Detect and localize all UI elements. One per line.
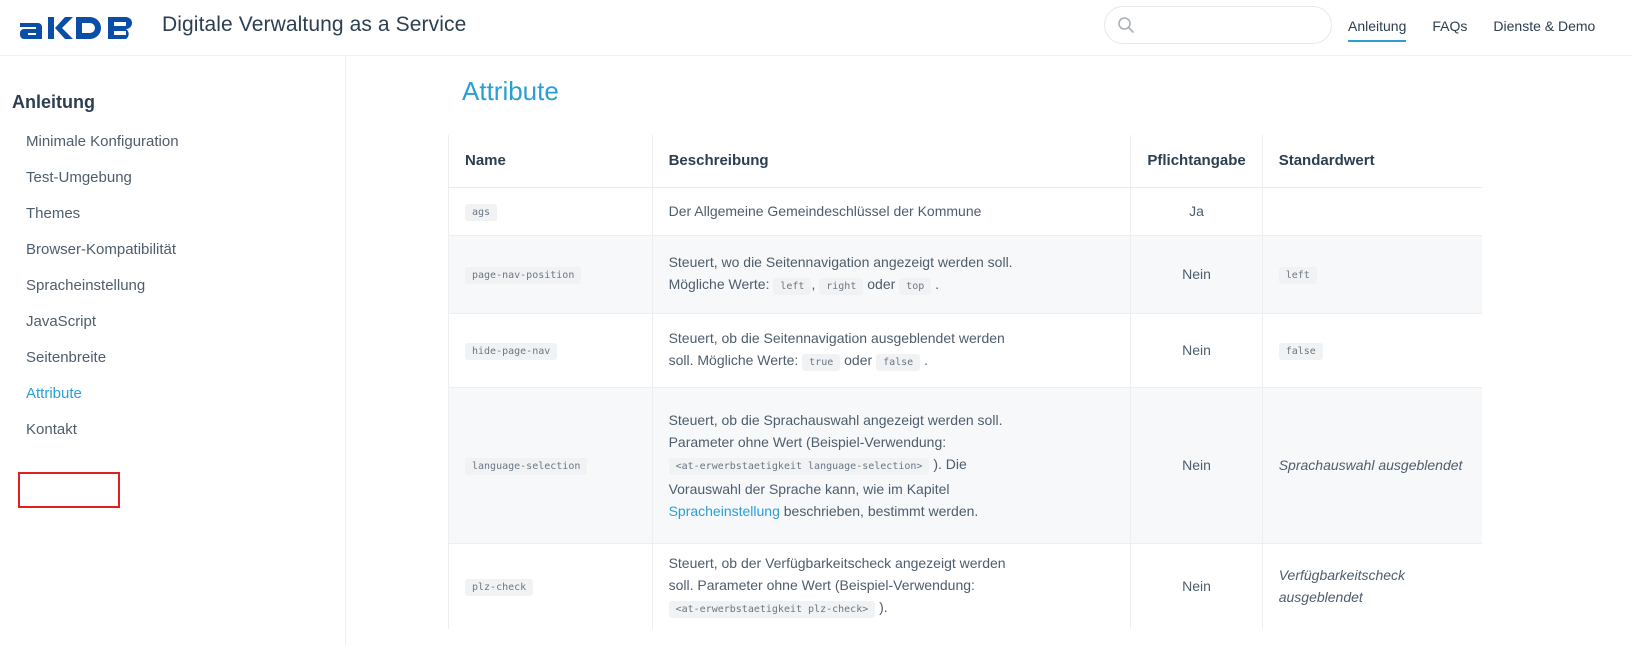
sidebar-item-attribute[interactable]: Attribute: [26, 384, 179, 420]
cell-required: Nein: [1130, 234, 1263, 313]
sidebar-heading: Anleitung: [12, 92, 95, 112]
default-code: left: [1278, 266, 1317, 284]
cell-required: Nein: [1130, 386, 1263, 543]
description-text: Steuert, wo die Seitennavigation angezei…: [668, 253, 1013, 270]
default-code: false: [1278, 342, 1323, 360]
search-icon: [1118, 17, 1134, 33]
sidebar-item-test-umgebung[interactable]: Test-Umgebung: [26, 168, 179, 204]
search-input[interactable]: [1143, 11, 1323, 39]
table-row: hide-page-nav Steuert, ob die Seitennavi…: [448, 312, 1482, 387]
sidebar-item-spracheinstellung[interactable]: Spracheinstellung: [26, 276, 179, 312]
attribute-code: page-nav-position: [465, 266, 582, 284]
sidebar-item-javascript[interactable]: JavaScript: [26, 312, 179, 348]
sidebar-item-seitenbreite[interactable]: Seitenbreite: [26, 348, 179, 384]
nav-link-anleitung[interactable]: Anleitung: [1348, 18, 1407, 42]
table-row: language-selection Steuert, ob die Sprac…: [448, 386, 1482, 543]
value-code: true: [802, 353, 841, 371]
cell-name: plz-check: [448, 542, 653, 629]
description-text: Parameter ohne Wert (Beispiel-Verwendung…: [668, 433, 947, 450]
search-box[interactable]: [1104, 6, 1332, 44]
top-nav: Anleitung FAQs Dienste & Demo: [1348, 18, 1595, 42]
cell-name: hide-page-nav: [448, 312, 653, 387]
cell-description: Steuert, wo die Seitennavigation angezei…: [651, 234, 1131, 313]
link-spracheinstellung[interactable]: Spracheinstellung: [669, 503, 780, 519]
description-text: soll. Mögliche Werte:: [668, 351, 799, 368]
nav-link-dienste-demo[interactable]: Dienste & Demo: [1493, 18, 1595, 42]
value-code: left: [773, 277, 812, 295]
description-text: beschrieben, bestimmt werden.: [783, 502, 979, 519]
cell-name: page-nav-position: [448, 234, 653, 313]
highlight-box: [18, 472, 120, 508]
attribute-code: hide-page-nav: [465, 342, 558, 360]
column-header-pflichtangabe: Pflichtangabe: [1130, 135, 1263, 188]
cell-default: [1261, 186, 1482, 235]
cell-default: left: [1261, 234, 1482, 313]
site-title: Digitale Verwaltung as a Service: [162, 13, 467, 36]
sidebar-item-minimale-konfiguration[interactable]: Minimale Konfiguration: [26, 132, 179, 168]
cell-default: Verfügbarkeitscheck ausgeblendet: [1261, 542, 1482, 629]
description-text: Mögliche Werte:: [668, 275, 770, 292]
attribute-code: plz-check: [465, 578, 534, 596]
description-text: soll. Parameter ohne Wert (Beispiel-Verw…: [668, 576, 975, 593]
description-text: ). Die: [933, 455, 967, 472]
attributes-table: Name Beschreibung Pflichtangabe Standard…: [448, 135, 1482, 629]
sidebar-item-themes[interactable]: Themes: [26, 204, 179, 240]
description-text: Der Allgemeine Gemeindeschlüssel der Kom…: [668, 203, 982, 219]
value-code: false: [876, 353, 921, 371]
akdb-logo[interactable]: [18, 13, 146, 43]
table-row: ags Der Allgemeine Gemeindeschlüssel der…: [448, 186, 1482, 235]
nav-link-faqs[interactable]: FAQs: [1432, 18, 1467, 42]
table-header-row: Name Beschreibung Pflichtangabe Standard…: [448, 135, 1482, 188]
column-header-beschreibung: Beschreibung: [651, 135, 1131, 188]
sidebar-item-browser-kompatibilitaet[interactable]: Browser-Kompatibilität: [26, 240, 179, 276]
cell-description: Steuert, ob die Seitennavigation ausgebl…: [651, 312, 1131, 387]
description-text: ).: [879, 598, 888, 615]
separator-text: oder: [844, 351, 873, 368]
cell-default: false: [1261, 312, 1482, 387]
cell-name: language-selection: [448, 386, 653, 543]
cell-default: Sprachauswahl ausgeblendet: [1261, 386, 1482, 543]
value-code: top: [899, 277, 932, 295]
separator-text: oder: [867, 275, 896, 292]
table-row: plz-check Steuert, ob der Verfügbarkeits…: [448, 542, 1482, 629]
sidebar-item-kontakt[interactable]: Kontakt: [26, 420, 179, 456]
separator-text: .: [935, 275, 940, 292]
cell-description: Steuert, ob die Sprachauswahl angezeigt …: [651, 386, 1131, 543]
column-header-name: Name: [448, 135, 653, 188]
example-code: <at-erwerbstaetigkeit plz-check>: [668, 600, 876, 618]
description-text: Steuert, ob die Sprachauswahl angezeigt …: [668, 411, 1003, 428]
attribute-code: ags: [465, 203, 498, 221]
separator-text: .: [924, 351, 928, 368]
cell-description: Steuert, ob der Verfügbarkeitscheck ange…: [651, 542, 1131, 629]
description-text: Vorauswahl der Sprache kann, wie im Kapi…: [668, 480, 950, 497]
description-text: Steuert, ob die Seitennavigation ausgebl…: [668, 329, 1005, 346]
cell-name: ags: [448, 186, 653, 235]
sidebar: Anleitung Minimale Konfiguration Test-Um…: [0, 56, 346, 645]
column-header-standardwert: Standardwert: [1261, 135, 1482, 188]
cell-required: Nein: [1130, 312, 1263, 387]
top-header: Digitale Verwaltung as a Service Anleitu…: [0, 0, 1632, 56]
description-text: Steuert, ob der Verfügbarkeitscheck ange…: [668, 554, 1006, 571]
cell-required: Ja: [1130, 186, 1263, 235]
page-title: Attribute: [462, 76, 559, 106]
value-code: right: [819, 277, 864, 295]
cell-required: Nein: [1130, 542, 1263, 629]
table-row: page-nav-position Steuert, wo die Seiten…: [448, 234, 1482, 313]
sidebar-list: Minimale Konfiguration Test-Umgebung The…: [26, 132, 179, 456]
separator-text: ,: [811, 275, 816, 292]
example-code: <at-erwerbstaetigkeit language-selection…: [668, 457, 930, 475]
attribute-code: language-selection: [465, 457, 588, 475]
cell-description: Der Allgemeine Gemeindeschlüssel der Kom…: [651, 186, 1131, 235]
